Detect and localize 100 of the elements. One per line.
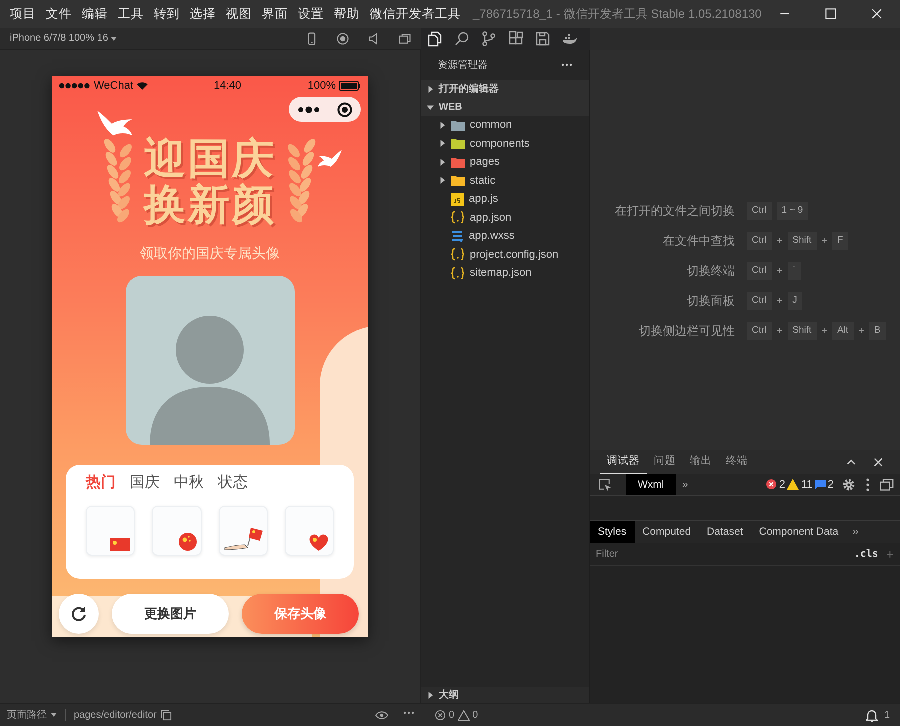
menu-item[interactable]: 视图 (226, 6, 252, 22)
collapsed-arrow-icon[interactable] (439, 158, 446, 166)
warning-icon[interactable] (458, 710, 470, 720)
record-icon[interactable] (336, 32, 350, 46)
device-selector[interactable]: iPhone 6/7/8 100% 16 (10, 33, 118, 44)
close-icon[interactable] (873, 456, 884, 468)
keyboard-key: J (788, 292, 802, 310)
menu-item[interactable]: 选择 (190, 6, 216, 22)
keyboard-key: Ctrl (747, 322, 772, 340)
plus-sign: + (776, 266, 783, 276)
copy-icon[interactable] (160, 710, 172, 720)
menu-item[interactable]: 工具 (118, 6, 144, 22)
file-item[interactable]: sitemap.json (421, 264, 589, 282)
close-icon[interactable] (870, 7, 884, 21)
style-tab[interactable]: Computed (634, 521, 700, 543)
collapsed-arrow-icon[interactable] (427, 86, 434, 92)
panel-tab[interactable]: Wxml (626, 474, 676, 495)
panel-tab[interactable]: 终端 (719, 449, 755, 475)
folder-item[interactable]: common (421, 116, 589, 134)
section-header[interactable]: 大纲 (421, 687, 589, 703)
collapsed-arrow-icon[interactable] (439, 122, 446, 129)
expanded-arrow-icon[interactable] (427, 104, 434, 110)
menu-item[interactable]: 微信开发者工具 (370, 6, 461, 22)
style-tab[interactable]: Component Data (751, 521, 847, 543)
window-title: _786715718_1 - 微信开发者工具 Stable 1.05.2108130 (473, 6, 762, 22)
target-icon[interactable] (336, 102, 352, 118)
keyboard-key: Ctrl (747, 202, 772, 220)
file-item[interactable]: app.wxss (421, 227, 589, 246)
file-item[interactable]: app.json (421, 208, 589, 227)
style-tab[interactable]: Dataset (699, 521, 752, 543)
branch-icon[interactable] (481, 31, 497, 47)
kebab-icon[interactable] (866, 478, 870, 492)
bell-icon[interactable] (866, 708, 878, 722)
collapsed-arrow-icon[interactable] (427, 692, 434, 698)
wifi-icon (136, 82, 148, 90)
search-icon[interactable] (454, 31, 470, 47)
folder-item[interactable]: pages (421, 153, 589, 172)
panel-tab[interactable]: 输出 (683, 449, 719, 475)
panel-tab[interactable]: 问题 (647, 449, 683, 475)
plus-sign: + (822, 236, 828, 246)
folder-item[interactable]: components (421, 134, 589, 153)
file-item[interactable]: project.config.json (421, 246, 589, 264)
menu-item[interactable]: 转到 (154, 6, 180, 22)
section-header[interactable]: 打开的编辑器 (421, 80, 589, 98)
blocks-icon[interactable] (508, 31, 524, 47)
category-tab[interactable]: 国庆 (130, 473, 160, 493)
refresh-icon (71, 606, 87, 622)
page-path-menu[interactable]: 页面路径 (7, 708, 47, 722)
change-image-button[interactable]: 更换图片 (112, 594, 229, 634)
flag-badge-icon (178, 532, 198, 552)
more-icon[interactable] (403, 710, 415, 714)
category-tab[interactable]: 热门 (86, 473, 116, 493)
menu-item[interactable]: 编辑 (82, 6, 108, 22)
braces-icon (451, 266, 465, 280)
category-tab[interactable]: 状态 (218, 473, 248, 493)
dock-icon[interactable] (880, 478, 894, 492)
clock-time: 14:40 (214, 80, 242, 92)
style-tab[interactable]: Styles (590, 521, 635, 543)
signal-icon (59, 83, 91, 89)
menu-item[interactable]: 界面 (262, 6, 288, 22)
frame-thumbnail[interactable] (218, 506, 268, 556)
message-icon (814, 480, 826, 490)
frame-thumbnail[interactable] (152, 506, 202, 556)
more-icon[interactable] (298, 106, 320, 114)
more-tabs-button[interactable]: » (676, 478, 694, 490)
more-tabs-button[interactable]: » (846, 526, 865, 538)
folder-item[interactable]: static (421, 172, 589, 190)
menu-item[interactable]: 帮助 (334, 6, 360, 22)
collapsed-arrow-icon[interactable] (439, 140, 446, 148)
panel-title: 资源管理器 (438, 59, 488, 72)
menu-item[interactable]: 项目 (10, 6, 36, 22)
hand-with-flag-icon (224, 526, 264, 552)
section-title: WEB (439, 102, 462, 112)
keyboard-key: Alt (832, 322, 854, 340)
caret-icon[interactable] (51, 713, 57, 717)
whale-icon[interactable] (562, 31, 578, 47)
files-icon[interactable] (427, 31, 443, 47)
eye-icon[interactable] (375, 710, 389, 720)
settings-icon[interactable] (842, 478, 856, 492)
file-name: app.wxss (469, 230, 515, 242)
maximize-icon[interactable] (824, 7, 838, 21)
file-item[interactable]: app.js (421, 190, 589, 208)
keyboard-key: Shift (788, 322, 817, 340)
notification-count: 1 (884, 710, 890, 720)
menu-item[interactable]: 文件 (46, 6, 72, 22)
frame-thumbnail[interactable] (284, 506, 334, 556)
section-header[interactable]: WEB (421, 98, 589, 116)
file-name: app.js (469, 193, 498, 206)
category-tab[interactable]: 中秋 (174, 473, 204, 493)
more-icon[interactable] (561, 63, 573, 67)
inspect-icon[interactable] (598, 478, 612, 492)
warning-icon (787, 479, 800, 490)
error-icon[interactable] (435, 710, 446, 720)
section-title: 大纲 (439, 688, 459, 702)
collapsed-arrow-icon[interactable] (439, 177, 446, 184)
frame-thumbnail[interactable] (86, 506, 136, 556)
plus-sign: + (822, 326, 828, 336)
class-toggle-button[interactable]: .cls (846, 548, 886, 560)
menu-item[interactable]: 设置 (298, 6, 324, 22)
windows-icon[interactable] (398, 32, 412, 46)
